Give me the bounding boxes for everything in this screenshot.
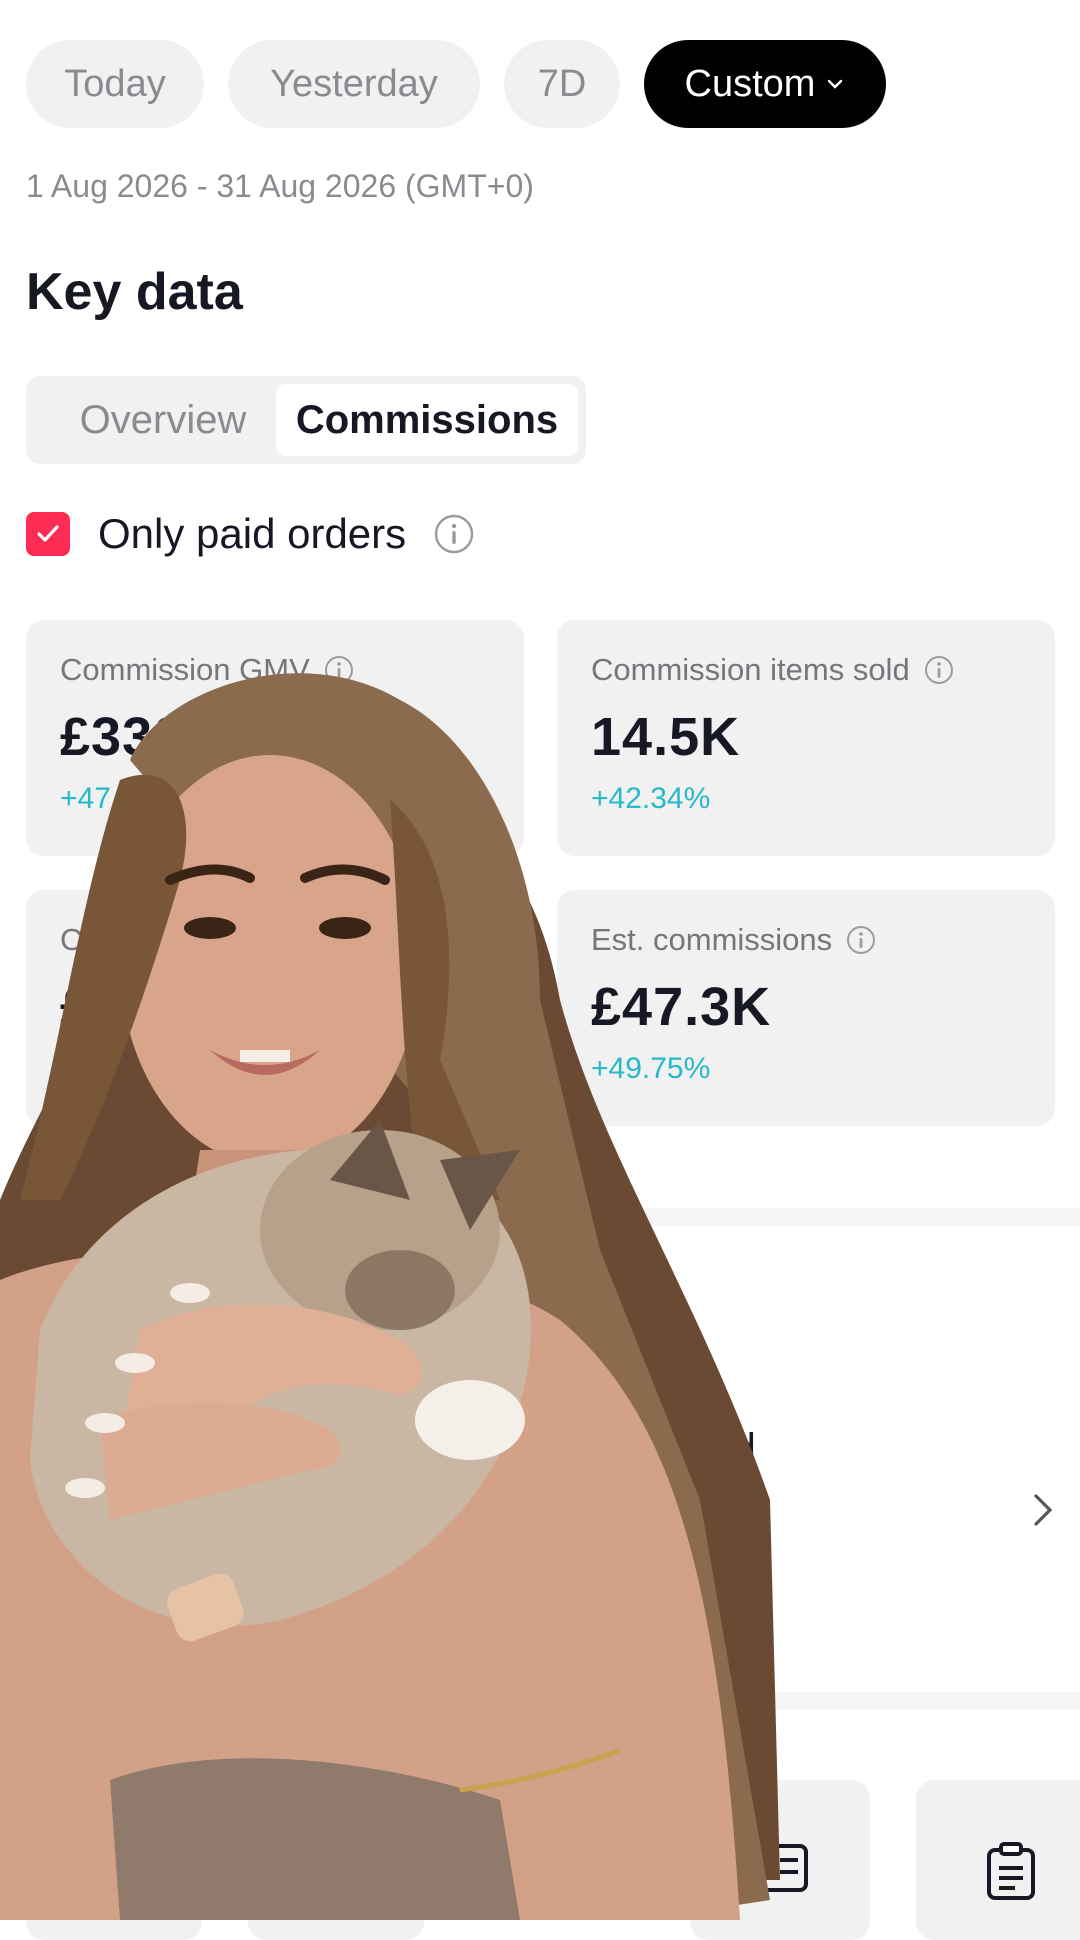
paid-orders-label: Only paid orders <box>98 510 407 557</box>
filter-7d-chip[interactable]: 7D <box>504 40 620 128</box>
key-data-tabs: Overview Commissions <box>26 376 586 464</box>
promo-title: ready <box>560 1319 705 1379</box>
info-icon[interactable] <box>846 925 876 955</box>
check-icon <box>37 525 59 542</box>
chevron-down-icon <box>828 79 843 89</box>
clipboard-icon <box>987 1842 1035 1900</box>
metric-delta: +49.75% <box>591 1052 711 1085</box>
bracelet <box>459 1747 621 1793</box>
filter-today-chip[interactable]: Today <box>26 40 204 128</box>
tab-overview[interactable]: Overview <box>34 384 292 456</box>
id-card-icon <box>752 1844 808 1892</box>
metric-delta: +42.34% <box>591 782 711 815</box>
metric-label: Est. commissions <box>591 922 833 957</box>
brow-right <box>300 864 390 885</box>
date-range-text: 1 Aug 2026 - 31 Aug 2026 (GMT+0) <box>26 168 534 204</box>
tile-shop[interactable] <box>26 1780 202 1940</box>
metric-card-commission-gmv[interactable]: Commission GMV £330.0K +47.73% <box>26 620 524 856</box>
paid-orders-row: Only paid orders <box>26 510 474 558</box>
tile-videos[interactable] <box>248 1780 424 1940</box>
bag-icon <box>88 1842 140 1896</box>
chevron-right-icon[interactable] <box>1028 1490 1058 1530</box>
kitten-paw <box>415 1380 525 1460</box>
metric-card-commission-items-sold[interactable]: Commission items sold 14.5K +42.34% <box>557 620 1055 856</box>
brow-left <box>165 864 255 885</box>
metric-label: Commission GMV <box>60 652 310 687</box>
kitten-face-mask <box>345 1250 455 1330</box>
play-icon <box>320 1848 356 1892</box>
section-divider <box>0 1208 1080 1226</box>
metric-delta: +47.73% <box>60 782 180 815</box>
section-divider <box>0 1692 1080 1710</box>
metric-label: Commission items sold <box>591 652 910 687</box>
tile-orders[interactable] <box>916 1780 1080 1940</box>
info-icon[interactable] <box>324 655 354 685</box>
promo-body-line: eos gained <box>560 1426 756 1470</box>
metric-value: 14.5K <box>591 707 741 767</box>
metric-value: £47.3K <box>591 977 772 1037</box>
kitten-ear <box>330 1120 410 1200</box>
tile-profile-card[interactable] <box>690 1780 870 1940</box>
metric-card-commission-partial[interactable]: Co £ <box>26 890 524 1126</box>
hair-highlight-shape <box>130 673 770 1920</box>
filter-custom-chip[interactable]: Custom <box>644 40 886 128</box>
date-filter-bar: Today Yesterday 7D Custom <box>26 40 886 128</box>
paid-orders-checkbox[interactable] <box>26 512 70 556</box>
nails <box>65 1283 210 1498</box>
info-icon[interactable] <box>434 514 474 554</box>
info-icon[interactable] <box>924 655 954 685</box>
metric-label: Co <box>60 922 100 957</box>
key-data-title: Key data <box>26 263 243 321</box>
promo-body: eos gained etter. <box>560 1422 980 1526</box>
metric-value: £ <box>60 977 92 1037</box>
metric-value: £330.0K <box>60 707 272 767</box>
hand-lower <box>100 1401 341 1520</box>
hand-upper <box>120 1304 423 1450</box>
filter-yesterday-chip[interactable]: Yesterday <box>228 40 480 128</box>
metric-card-est-commissions[interactable]: Est. commissions £47.3K +49.75% <box>557 890 1055 1126</box>
filter-custom-label: Custom <box>684 62 816 105</box>
promo-body-line: etter. <box>560 1478 649 1522</box>
bandage <box>166 1573 244 1642</box>
tab-commissions[interactable]: Commissions <box>276 384 578 456</box>
kitten-head <box>260 1130 500 1330</box>
